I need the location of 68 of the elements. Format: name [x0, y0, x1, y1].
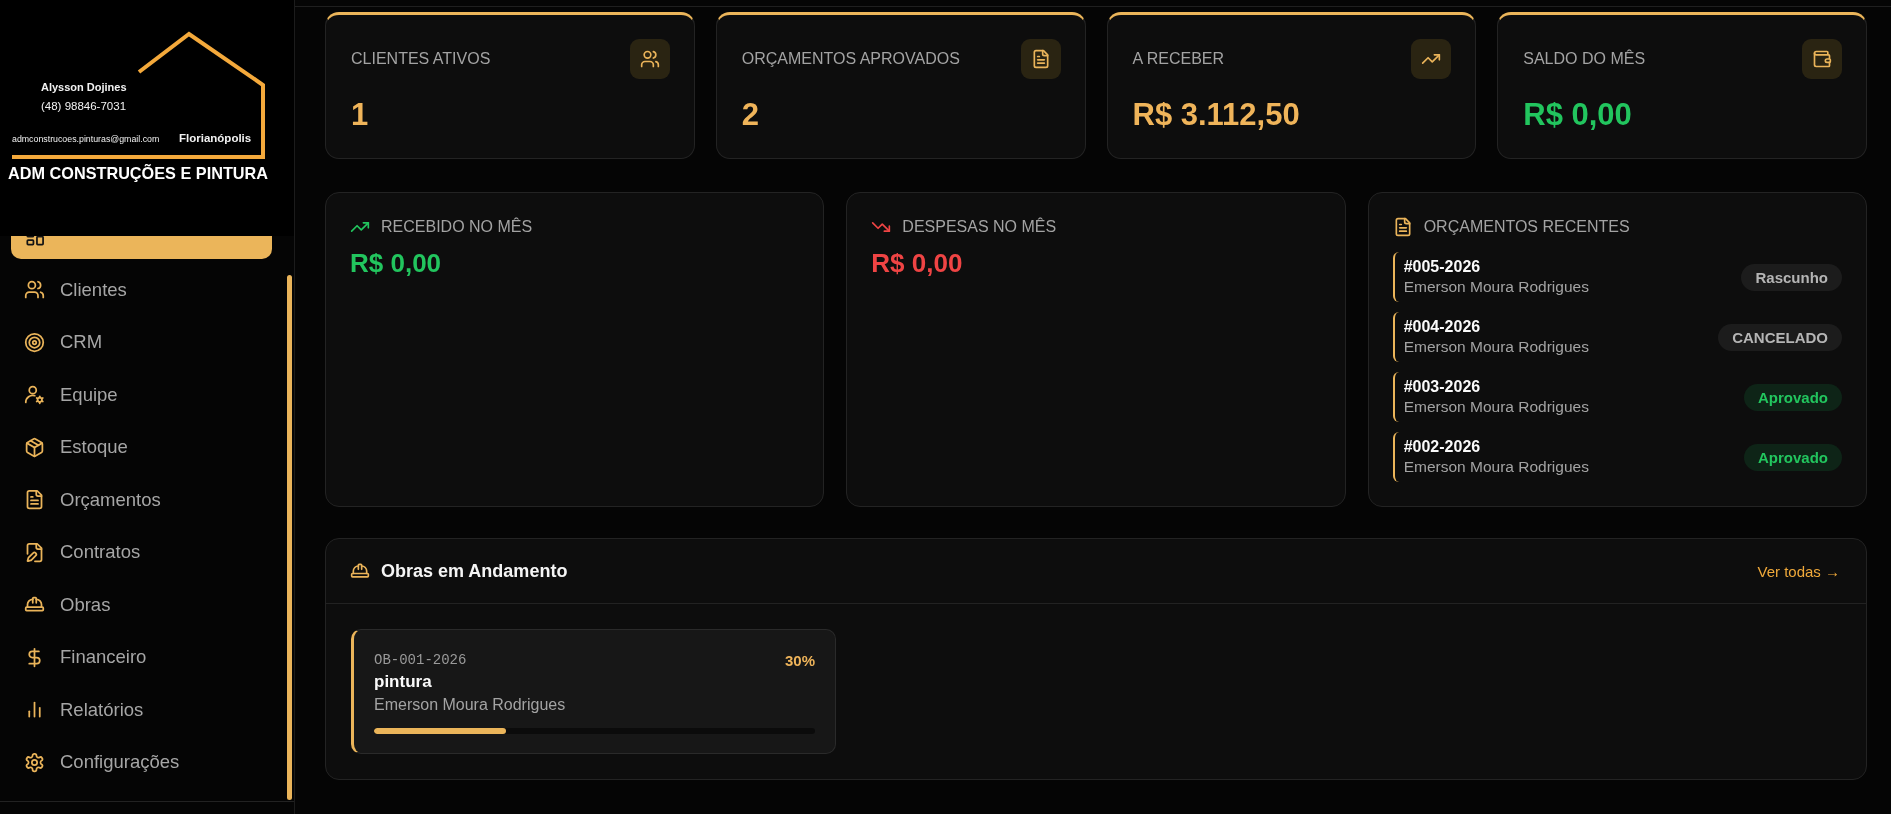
users-icon — [629, 39, 670, 79]
stat-label: ORÇAMENTOS APROVADOS — [741, 50, 960, 68]
nav-item[interactable]: Orçamentos — [11, 477, 272, 522]
client-name: Emerson Moura Rodrigues — [1403, 337, 1589, 357]
stat-value: R$ 0,00 — [1523, 97, 1632, 133]
user-gear-icon — [24, 384, 45, 405]
nav-item[interactable]: Contratos — [11, 530, 272, 574]
nav-item[interactable]: CRM — [11, 320, 272, 364]
budget-item[interactable]: #002-2026 Emerson Moura Rodrigues Aprovado — [1392, 432, 1842, 482]
summary-label: DESPESAS NO MÊS — [902, 218, 1057, 236]
hardhat-icon — [350, 561, 370, 581]
client-name: Emerson Moura Rodrigues — [1403, 277, 1589, 297]
document-icon — [1020, 39, 1061, 79]
users-icon — [24, 279, 45, 300]
nav-item[interactable] — [11, 236, 272, 259]
budget-item[interactable]: #004-2026 Emerson Moura Rodrigues CANCELADO — [1392, 312, 1842, 362]
stat-value: 2 — [741, 97, 759, 133]
status-badge: Aprovado — [1744, 443, 1842, 471]
wallet-icon — [1802, 39, 1842, 79]
nav-item[interactable]: Estoque — [11, 425, 272, 469]
summary-value: R$ 0,00 — [350, 248, 442, 278]
stat-label: A RECEBER — [1132, 50, 1225, 68]
budget-item[interactable]: #003-2026 Emerson Moura Rodrigues Aprovado — [1392, 372, 1842, 422]
stat-label: CLIENTES ATIVOS — [351, 50, 491, 68]
nav-item[interactable]: Relatórios — [11, 687, 272, 732]
client-name: Emerson Moura Rodrigues — [1403, 457, 1589, 477]
panel-title: Obras em Andamento — [381, 560, 568, 582]
trend-up-icon — [1411, 39, 1452, 79]
city-label: Florianópolis — [179, 132, 252, 146]
nav-item[interactable]: Configurações — [11, 740, 272, 784]
work-name: pintura — [374, 671, 432, 693]
nav-item[interactable]: Clientes — [11, 267, 272, 312]
nav-item[interactable]: Obras — [11, 582, 272, 627]
box-icon — [24, 436, 45, 458]
document-icon — [24, 489, 45, 510]
stat-value: R$ 3.112,50 — [1132, 97, 1300, 133]
nav-item[interactable]: Equipe — [11, 372, 272, 417]
stat-value: 1 — [351, 97, 369, 133]
work-card[interactable]: OB-001-2026 30% pintura Emerson Moura Rodrigues — [351, 629, 836, 754]
summary-label: RECEBIDO NO MÊS — [381, 218, 533, 236]
budget-item[interactable]: #005-2026 Emerson Moura Rodrigues Rascunho — [1392, 252, 1842, 302]
work-percent: 30% — [784, 651, 815, 669]
nav-item[interactable]: Financeiro — [11, 635, 272, 679]
settings-icon — [24, 751, 45, 773]
scrollbar-thumb[interactable] — [287, 275, 292, 800]
budget-number: #002-2026 — [1403, 437, 1481, 457]
dashboard-icon — [26, 236, 45, 246]
contact-phone: (48) 98846-7031 — [41, 100, 127, 114]
budget-number: #004-2026 — [1403, 317, 1481, 337]
section-title: ORÇAMENTOS RECENTES — [1423, 218, 1630, 236]
contact-email: admconstrucoes.pinturas@gmail.com — [12, 134, 160, 145]
status-badge: Rascunho — [1741, 263, 1842, 291]
stat-label: SALDO DO MÊS — [1523, 50, 1646, 68]
summary-value: R$ 0,00 — [871, 248, 963, 278]
budget-number: #005-2026 — [1403, 257, 1481, 277]
target-icon — [24, 331, 45, 353]
hardhat-icon — [24, 594, 45, 615]
document-pen-icon — [24, 541, 45, 563]
budget-number: #003-2026 — [1403, 377, 1481, 397]
view-all-link[interactable]: Ver todas → — [1757, 562, 1840, 580]
client-name: Emerson Moura Rodrigues — [374, 695, 566, 715]
house-outline-icon — [10, 31, 265, 159]
client-name: Emerson Moura Rodrigues — [1403, 397, 1589, 417]
status-badge: Aprovado — [1744, 383, 1842, 411]
status-badge: CANCELADO — [1718, 323, 1842, 351]
work-code: OB-001-2026 — [374, 652, 467, 668]
contact-name: Alysson Dojines — [41, 81, 127, 94]
company-name: ADM CONSTRUÇÕES E PINTURA — [8, 164, 268, 183]
